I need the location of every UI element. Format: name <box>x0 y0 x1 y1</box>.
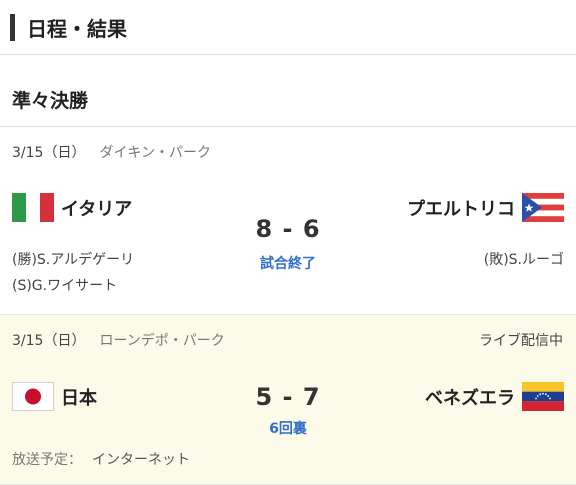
broadcast-info: 放送予定： インターネット <box>12 449 190 469</box>
game-score: 5 - 7 <box>255 383 321 411</box>
save-pitcher: (S)G.ワイサート <box>12 278 118 294</box>
game-date: 3/15（日） <box>12 333 86 349</box>
game-meta: 3/15（日） ローンデポ・パーク <box>12 330 225 350</box>
game-status[interactable]: 6回裏 <box>0 418 576 438</box>
round-label: 準々決勝 <box>12 90 89 112</box>
winning-pitcher: (勝)S.アルデゲーリ <box>12 252 135 268</box>
page-title: 日程・結果 <box>27 16 127 41</box>
game-venue: ダイキン・パーク <box>99 145 212 161</box>
game-card-1[interactable]: 3/15（日） ダイキン・パーク イタリア プエルトリコ 8 - 6 試合終了 (… <box>0 127 576 315</box>
broadcast-value: インターネット <box>92 452 190 468</box>
game-card-2[interactable]: 3/15（日） ローンデポ・パーク ライブ配信中 日本 ベネズエラ 5 - 7 6… <box>0 315 576 485</box>
round-heading: 準々決勝 <box>0 55 576 127</box>
live-stream-label[interactable]: ライブ配信中 <box>479 330 563 350</box>
losing-pitcher: (敗)S.ルーゴ <box>483 252 564 268</box>
game-meta: 3/15（日） ダイキン・パーク <box>12 142 211 162</box>
broadcast-label: 放送予定： <box>12 452 82 468</box>
game-date: 3/15（日） <box>12 145 86 161</box>
game-score: 8 - 6 <box>255 215 321 243</box>
section-header: 日程・結果 <box>0 0 576 55</box>
header-accent-bar <box>10 13 15 41</box>
game-venue: ローンデポ・パーク <box>99 333 225 349</box>
